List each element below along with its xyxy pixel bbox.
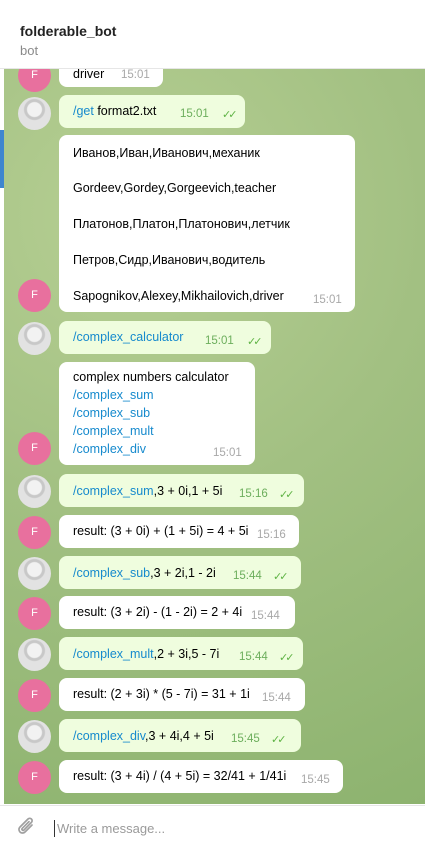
bot-avatar[interactable]: F: [18, 69, 51, 92]
bot-avatar[interactable]: F: [18, 516, 51, 549]
message-time: 15:01: [121, 69, 150, 81]
incoming-message[interactable]: complex numbers calculator /complex_sum …: [59, 362, 255, 465]
user-avatar[interactable]: [18, 322, 51, 355]
message-title: complex numbers calculator: [73, 370, 229, 384]
outgoing-message[interactable]: /complex_calculator 15:01 ✓✓: [59, 321, 271, 354]
message-time: 15:01: [313, 294, 342, 306]
incoming-message[interactable]: driver 15:01: [59, 69, 163, 87]
message-row: F result: (2 + 3i) * (5 - 7i) = 31 + 1i …: [4, 678, 425, 713]
outgoing-message[interactable]: /complex_div,3 + 4i,4 + 5i 15:45 ✓✓: [59, 719, 301, 752]
command-link[interactable]: /complex_sub: [73, 566, 150, 580]
message-row: /complex_sum,3 + 0i,1 + 5i 15:16 ✓✓: [4, 474, 425, 509]
message-time: 15:45: [301, 774, 330, 786]
user-avatar[interactable]: [18, 557, 51, 590]
command-link[interactable]: /complex_calculator: [73, 330, 183, 344]
message-row: /complex_div,3 + 4i,4 + 5i 15:45 ✓✓: [4, 719, 425, 754]
message-line: Петров,Сидр,Иванович,водитель: [73, 253, 266, 267]
message-row: /get format2.txt 15:01 ✓✓: [4, 95, 425, 130]
message-text: result: (3 + 4i) / (4 + 5i) = 32/41 + 1/…: [73, 769, 287, 783]
message-line: Sapognikov,Alexey,Mikhailovich,driver: [73, 289, 284, 303]
command-link-complex-sum[interactable]: /complex_sum: [73, 388, 154, 402]
message-text: format2.txt: [93, 104, 157, 118]
bot-avatar[interactable]: F: [18, 597, 51, 630]
message-text: result: (2 + 3i) * (5 - 7i) = 31 + 1i: [73, 687, 250, 701]
incoming-message[interactable]: result: (2 + 3i) * (5 - 7i) = 31 + 1i 15…: [59, 678, 305, 711]
message-row: /complex_mult,2 + 3i,5 - 7i 15:44 ✓✓: [4, 637, 425, 672]
read-checkmarks-icon: ✓✓: [271, 734, 287, 746]
incoming-message[interactable]: Иванов,Иван,Иванович,механик Gordeev,Gor…: [59, 135, 355, 312]
message-time: 15:44: [233, 570, 262, 582]
message-line: Иванов,Иван,Иванович,механик: [73, 146, 260, 160]
command-link[interactable]: /complex_div: [73, 729, 145, 743]
message-list[interactable]: F driver 15:01 /get format2.txt 15:01 ✓✓…: [4, 69, 425, 804]
incoming-message[interactable]: result: (3 + 4i) / (4 + 5i) = 32/41 + 1/…: [59, 760, 343, 793]
incoming-message[interactable]: result: (3 + 2i) - (1 - 2i) = 2 + 4i 15:…: [59, 596, 295, 629]
message-time: 15:16: [239, 488, 268, 500]
message-row: /complex_calculator 15:01 ✓✓: [4, 321, 425, 356]
message-time: 15:01: [213, 447, 242, 459]
message-time: 15:01: [205, 335, 234, 347]
chat-subtitle: bot: [20, 43, 39, 58]
bot-avatar[interactable]: F: [18, 761, 51, 794]
message-row: /complex_sub,3 + 2i,1 - 2i 15:44 ✓✓: [4, 556, 425, 591]
read-checkmarks-icon: ✓✓: [247, 336, 263, 348]
message-text: ,3 + 0i,1 + 5i: [153, 484, 223, 498]
incoming-message[interactable]: result: (3 + 0i) + (1 + 5i) = 4 + 5i 15:…: [59, 515, 299, 548]
bot-avatar[interactable]: F: [18, 679, 51, 712]
message-line: Gordeev,Gordey,Gorgeevich,teacher: [73, 181, 277, 195]
scroll-indicator: [0, 130, 4, 188]
outgoing-message[interactable]: /complex_sum,3 + 0i,1 + 5i 15:16 ✓✓: [59, 474, 304, 507]
user-avatar[interactable]: [18, 475, 51, 508]
command-link[interactable]: /complex_mult: [73, 647, 154, 661]
message-time: 15:44: [239, 651, 268, 663]
outgoing-message[interactable]: /get format2.txt 15:01 ✓✓: [59, 95, 245, 128]
message-time: 15:45: [231, 733, 260, 745]
message-text: ,2 + 3i,5 - 7i: [153, 647, 220, 661]
read-checkmarks-icon: ✓✓: [279, 652, 295, 664]
message-text: ,3 + 2i,1 - 2i: [150, 566, 216, 580]
message-row: F driver 15:01: [4, 69, 425, 92]
message-composer: [0, 805, 425, 849]
command-link-complex-mult[interactable]: /complex_mult: [73, 424, 154, 438]
message-row: F result: (3 + 4i) / (4 + 5i) = 32/41 + …: [4, 760, 425, 795]
chat-header: folderable_bot bot: [0, 0, 425, 69]
message-text: driver: [73, 69, 105, 81]
text-caret: [54, 820, 55, 837]
user-avatar[interactable]: [18, 720, 51, 753]
command-link-complex-div[interactable]: /complex_div: [73, 442, 146, 456]
read-checkmarks-icon: ✓✓: [279, 489, 295, 501]
read-checkmarks-icon: ✓✓: [273, 571, 289, 583]
message-time: 15:01: [180, 108, 209, 120]
command-link[interactable]: /get: [73, 104, 94, 118]
message-time: 15:44: [251, 610, 280, 622]
read-checkmarks-icon: ✓✓: [222, 109, 238, 121]
user-avatar[interactable]: [18, 97, 51, 130]
outgoing-message[interactable]: /complex_sub,3 + 2i,1 - 2i 15:44 ✓✓: [59, 556, 301, 589]
message-row: F complex numbers calculator /complex_su…: [4, 362, 425, 466]
message-input[interactable]: [57, 816, 357, 840]
paperclip-icon[interactable]: [17, 816, 37, 844]
bot-avatar[interactable]: F: [18, 279, 51, 312]
message-line: Платонов,Платон,Платонович,летчик: [73, 217, 290, 231]
user-avatar[interactable]: [18, 638, 51, 671]
message-row: F result: (3 + 0i) + (1 + 5i) = 4 + 5i 1…: [4, 515, 425, 550]
command-link[interactable]: /complex_sum: [73, 484, 154, 498]
message-time: 15:44: [262, 692, 291, 704]
message-row: F result: (3 + 2i) - (1 - 2i) = 2 + 4i 1…: [4, 596, 425, 631]
command-link-complex-sub[interactable]: /complex_sub: [73, 406, 150, 420]
message-text: result: (3 + 2i) - (1 - 2i) = 2 + 4i: [73, 605, 243, 619]
message-time: 15:16: [257, 529, 286, 541]
message-text: result: (3 + 0i) + (1 + 5i) = 4 + 5i: [73, 524, 249, 538]
message-row: F Иванов,Иван,Иванович,механик Gordeev,G…: [4, 135, 425, 313]
outgoing-message[interactable]: /complex_mult,2 + 3i,5 - 7i 15:44 ✓✓: [59, 637, 303, 670]
chat-title[interactable]: folderable_bot: [20, 23, 116, 39]
message-text: ,3 + 4i,4 + 5i: [145, 729, 214, 743]
bot-avatar[interactable]: F: [18, 432, 51, 465]
